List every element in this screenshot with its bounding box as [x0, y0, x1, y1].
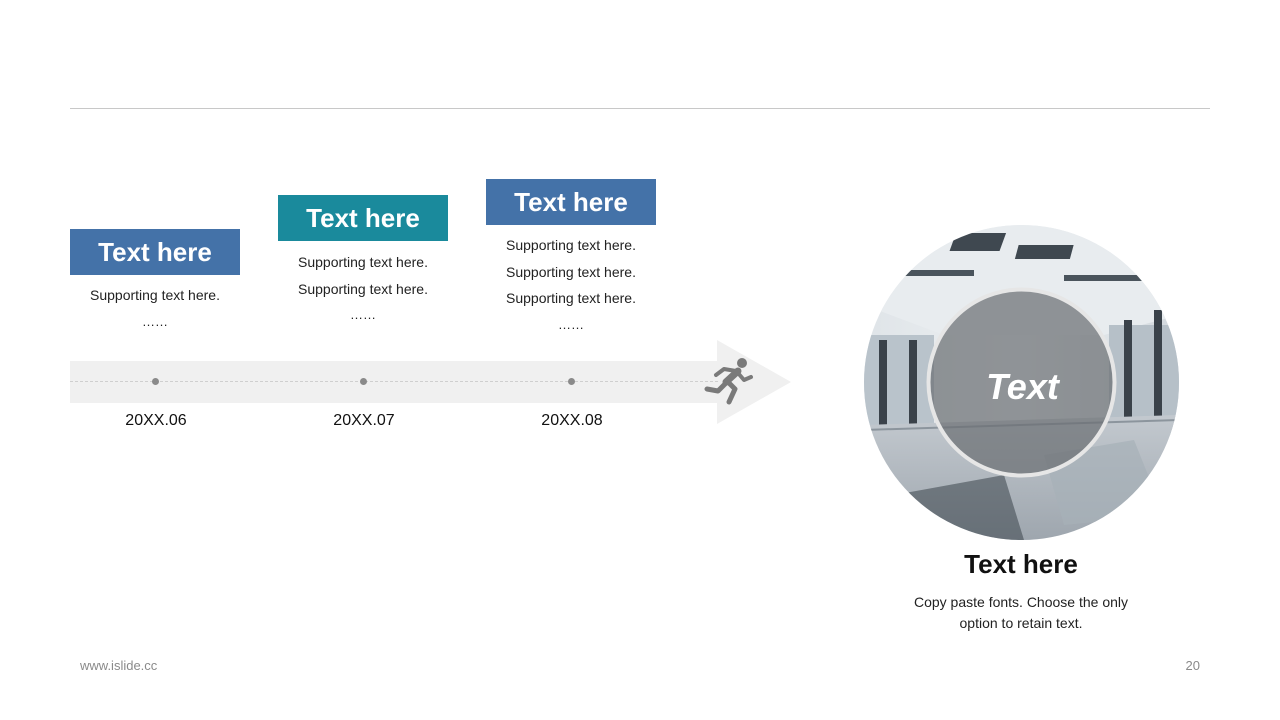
page-number: 20 [1185, 658, 1200, 673]
milestone-2-line-1: Supporting text here. [298, 254, 428, 270]
timeline-dot-1 [152, 378, 159, 385]
milestone-1-text: Supporting text here. …… [55, 282, 255, 335]
milestone-1-line-1: Supporting text here. [90, 287, 220, 303]
milestone-2-ellipsis: …… [350, 307, 376, 322]
milestone-3-title: Text here [486, 179, 656, 225]
header-divider [70, 108, 1210, 109]
milestone-3-line-1: Supporting text here. [506, 237, 636, 253]
right-panel-body: Copy paste fonts. Choose the only option… [913, 594, 1129, 631]
timeline-arrow-band [70, 361, 720, 403]
running-person-icon [704, 358, 753, 405]
footer-url[interactable]: www.islide.cc [80, 658, 157, 673]
milestone-2-line-2: Supporting text here. [298, 280, 428, 297]
milestone-3-line-2: Supporting text here. [506, 263, 636, 280]
timeline-date-2: 20XX.07 [333, 412, 395, 429]
milestone-3-line-3: Supporting text here. [506, 290, 636, 306]
milestone-2-text: Supporting text here. Supporting text he… [263, 249, 463, 329]
timeline-dot-2 [360, 378, 367, 385]
timeline-date-3: 20XX.08 [541, 412, 603, 429]
milestone-3-text: Supporting text here. Supporting text he… [471, 232, 671, 338]
photo-caption: Text [986, 366, 1059, 407]
timeline-dot-3 [568, 378, 575, 385]
right-panel-title: Text here [964, 549, 1078, 579]
milestone-1-ellipsis: …… [142, 313, 168, 329]
milestone-1-title: Text here [70, 229, 240, 275]
milestone-2-title: Text here [278, 195, 448, 241]
milestone-3-ellipsis: …… [558, 316, 584, 332]
timeline-dashed-line [70, 381, 718, 382]
timeline-date-1: 20XX.06 [125, 412, 187, 429]
